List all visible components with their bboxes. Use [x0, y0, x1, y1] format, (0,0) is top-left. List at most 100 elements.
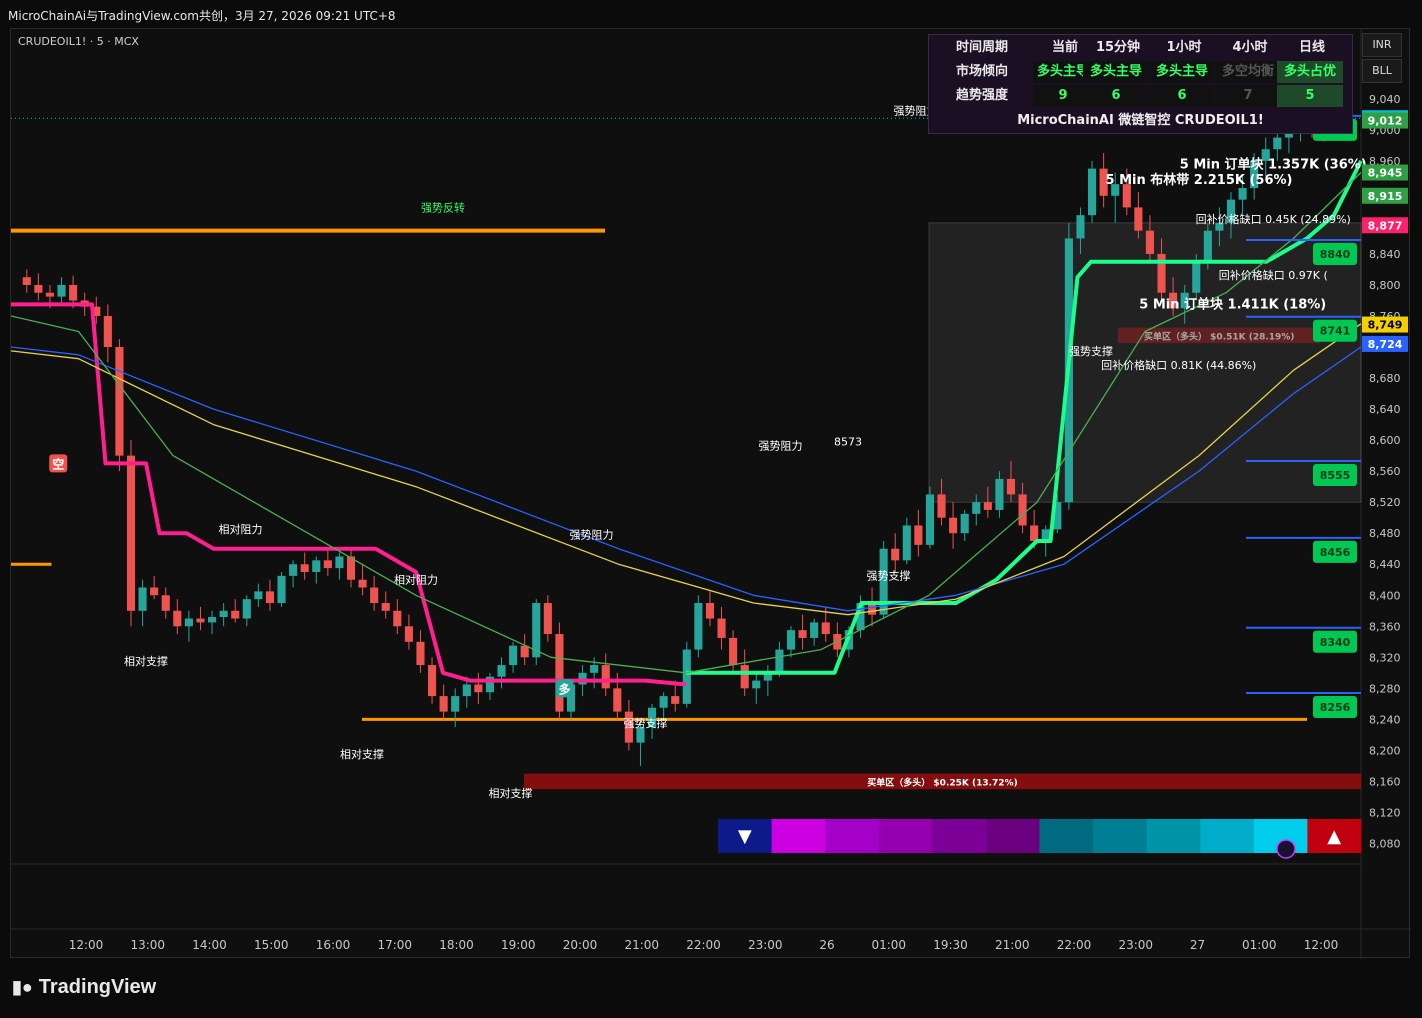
price-tick-label: 8,280 [1369, 682, 1401, 695]
time-tick-label: 22:00 [1057, 938, 1092, 952]
candle-body [509, 645, 518, 666]
time-tick-label: 21:00 [995, 938, 1030, 952]
price-tick-label: 8,200 [1369, 744, 1401, 757]
momentum-bar-segment [878, 819, 933, 853]
bar-arrow-down-icon: ▼ [738, 826, 752, 847]
candle-body [231, 610, 240, 619]
candle-body [34, 284, 43, 293]
candle-body [752, 680, 761, 689]
price-tick-label: 8,320 [1369, 651, 1401, 664]
time-tick-label: 23:00 [748, 938, 783, 952]
candle-body [740, 665, 749, 689]
price-badge-label: 9,012 [1368, 115, 1403, 128]
price-tick-label: 8,440 [1369, 558, 1401, 571]
price-tick-label: 8,560 [1369, 465, 1401, 478]
time-tick-label: 20:00 [563, 938, 598, 952]
price-tick-label: 8,160 [1369, 775, 1401, 788]
tradingview-logo-icon: ▮● [12, 977, 33, 997]
candle-body [972, 502, 981, 514]
chart-canvas[interactable]: 买单区（多头） $0.25K (13.72%)买单区（多头） $0.51K (2… [11, 29, 1411, 959]
dash-header-col: 4小时 [1232, 40, 1268, 55]
candle-body [45, 292, 54, 297]
candle-body [659, 696, 668, 708]
time-tick-label: 12:00 [69, 938, 104, 952]
candle-body [1134, 207, 1143, 231]
dash-row-label: 趋势强度 [955, 88, 1008, 103]
chart-annotation: 8573 [834, 436, 862, 449]
momentum-bar-segment [1200, 819, 1255, 853]
tradingview-logo[interactable]: ▮● TradingView [12, 976, 156, 999]
window-title-bar: MicroChainAi与TradingView.com共创，3月 27, 20… [0, 0, 1422, 28]
candle-body [821, 622, 830, 635]
candle-body [126, 455, 136, 611]
chart-pane[interactable]: 买单区（多头） $0.25K (13.72%) 买单区（多头） $0.51K (2… [10, 28, 1411, 959]
dash-cell: 5 [1277, 85, 1343, 107]
candle-body [729, 637, 738, 666]
tradingview-logo-text: TradingView [38, 976, 157, 998]
candle-body [265, 591, 274, 604]
chart-annotation: 强势支撑 [624, 716, 668, 730]
candle-body [1030, 525, 1039, 541]
candle-body [798, 630, 807, 638]
candle-body [682, 649, 691, 704]
candle-body [914, 525, 923, 545]
time-tick-label: 17:00 [377, 938, 412, 952]
candle-body [115, 347, 124, 456]
candle-body [590, 665, 599, 673]
dash-cell: 多头主导 [1083, 61, 1149, 83]
candle-body [497, 665, 506, 677]
chart-annotation: 回补价格缺口 0.81K (44.86%) [1101, 358, 1256, 372]
time-tick-label: 12:00 [1304, 938, 1339, 952]
currency-button-bll[interactable]: BLL [1362, 59, 1402, 83]
price-tick-label: 8,680 [1369, 372, 1401, 385]
candle-body [161, 595, 170, 611]
dash-header-col: 1小时 [1166, 40, 1202, 55]
candle-body [1192, 261, 1201, 293]
price-badge-label: 8,915 [1368, 190, 1403, 203]
currency-button-inr[interactable]: INR [1362, 33, 1402, 57]
candle-body [601, 665, 610, 689]
lightning-icon[interactable] [1276, 839, 1296, 859]
candle-body [1238, 188, 1247, 200]
time-tick-label: 26 [819, 938, 834, 952]
candle-body [613, 688, 622, 712]
signal-label: 空 [52, 456, 64, 471]
momentum-bar-segment [932, 819, 987, 853]
candle-body [150, 587, 159, 596]
dash-cell: 6 [1083, 85, 1149, 107]
window-title: MicroChainAi与TradingView.com共创，3月 27, 20… [8, 9, 396, 23]
candle-body [705, 603, 714, 619]
candle-body [543, 603, 552, 635]
dash-cell: 多头占优 [1277, 61, 1343, 83]
candle-body [22, 277, 31, 285]
marker-label: 8555 [1320, 469, 1351, 482]
price-tick-label: 8,600 [1369, 434, 1401, 447]
signal-label: 多 [558, 681, 570, 696]
candle-body [451, 696, 460, 712]
time-tick-label: 23:00 [1118, 938, 1153, 952]
candle-body [381, 603, 390, 611]
chart-annotation: 5 Min 布林带 2.215K (56%) [1106, 172, 1293, 188]
symbol-label[interactable]: CRUDEOIL1! · 5 · MCX [18, 35, 139, 48]
chart-annotation: 相对阻力 [394, 573, 438, 587]
chart-annotation: 强势支撑 [867, 569, 911, 583]
candle-body [323, 560, 332, 569]
candle-body [1006, 478, 1016, 495]
time-tick-label: 14:00 [192, 938, 227, 952]
time-tick-label: 27 [1190, 938, 1205, 952]
chart-annotation: 强势阻力 [759, 439, 803, 452]
dash-header-col: 日线 [1298, 40, 1325, 55]
chart-annotation: 相对阻力 [219, 522, 263, 536]
chart-annotation: 强势反转 [421, 200, 465, 214]
momentum-bar-segment [1039, 819, 1094, 853]
candle-body [57, 284, 66, 297]
candle-body [1145, 230, 1154, 254]
price-badge-label: 8,724 [1368, 338, 1403, 351]
time-tick-label: 16:00 [316, 938, 351, 952]
candle-body [786, 630, 796, 650]
time-tick-label: 15:00 [254, 938, 289, 952]
candle-body [1088, 168, 1097, 216]
candle-body [138, 587, 147, 611]
time-tick-label: 13:00 [130, 938, 165, 952]
price-tick-label: 8,240 [1369, 713, 1401, 726]
